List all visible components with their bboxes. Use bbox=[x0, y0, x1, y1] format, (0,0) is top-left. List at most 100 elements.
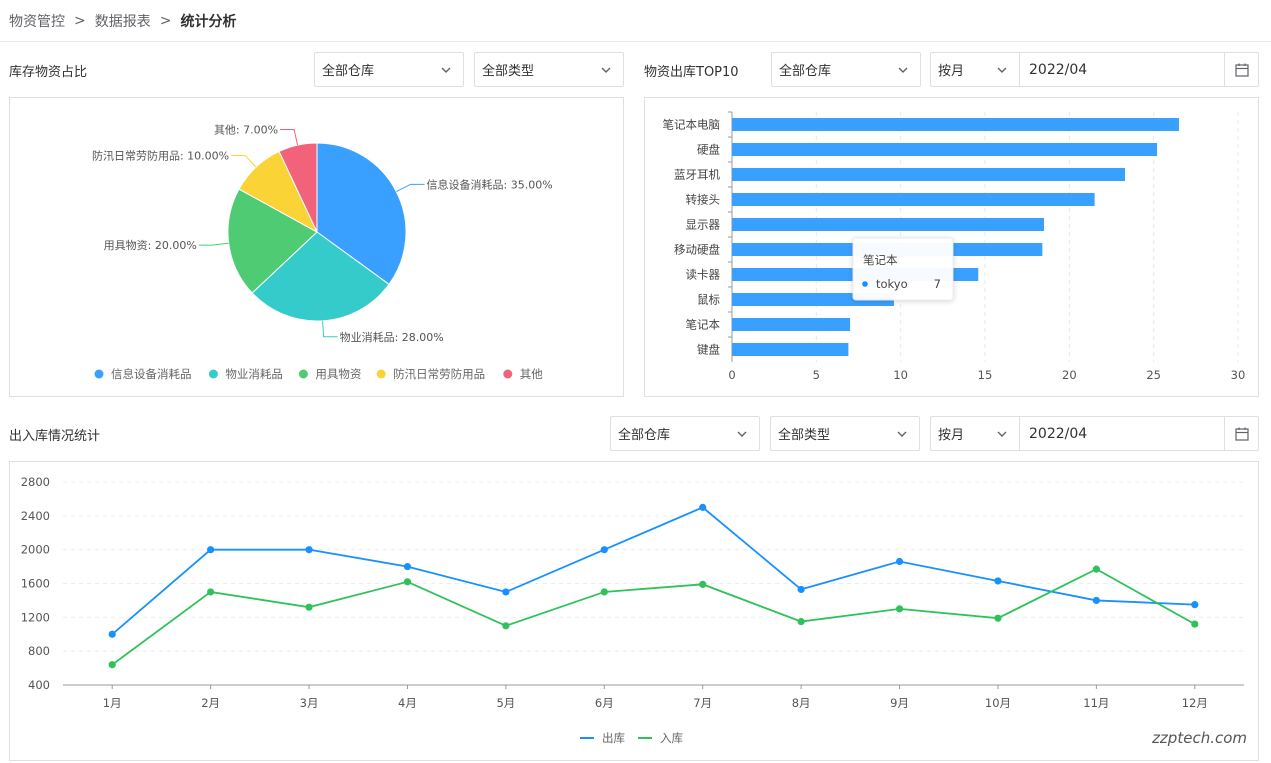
inout-stats-title: 出入库情况统计 bbox=[9, 429, 101, 444]
date-input[interactable]: 2022/04 bbox=[1020, 53, 1224, 86]
chevron-down-icon bbox=[997, 431, 1007, 437]
y-category-label: 鼠标 bbox=[697, 293, 720, 307]
x-tick-label: 2月 bbox=[201, 696, 220, 710]
data-point bbox=[1092, 596, 1100, 605]
breadcrumb-data-reports[interactable]: 数据报表 bbox=[95, 11, 151, 31]
y-tick-label: 2400 bbox=[21, 509, 50, 523]
x-tick-label: 6月 bbox=[595, 696, 614, 710]
x-tick-label: 8月 bbox=[792, 696, 811, 710]
legend-dot bbox=[503, 369, 513, 379]
period-select[interactable]: 按月 bbox=[931, 53, 1020, 86]
select-value: 全部仓库 bbox=[618, 428, 671, 443]
y-category-label: 转接头 bbox=[686, 193, 721, 207]
inout-line-panel: 2800 2400 2000 1600 1200 800 400 1月 2月 3月 4月 5月 6月 7月… bbox=[9, 461, 1259, 761]
legend-label: 物业消耗品 bbox=[225, 367, 283, 381]
x-tick-label: 10 bbox=[893, 368, 908, 382]
y-category-label: 笔记本电脑 bbox=[663, 118, 721, 132]
pie-slice-label: 用具物资: 20.00% bbox=[104, 238, 197, 252]
legend-label: 其他 bbox=[520, 367, 543, 381]
bar-tooltip: 笔记本 tokyo 7 bbox=[852, 237, 954, 301]
y-tick-label: 800 bbox=[28, 644, 50, 658]
breadcrumb-separator: > bbox=[74, 13, 86, 29]
legend-item: 物业消耗品 bbox=[208, 367, 283, 381]
x-tick-label: 15 bbox=[978, 368, 993, 382]
bar bbox=[732, 318, 851, 331]
x-tick-label: 20 bbox=[1062, 368, 1077, 382]
bar bbox=[732, 118, 1179, 131]
y-category-label: 移动硬盘 bbox=[674, 243, 720, 257]
data-point bbox=[108, 630, 116, 638]
data-point bbox=[994, 614, 1002, 622]
header-divider bbox=[0, 41, 1271, 42]
pie-slice-label: 其他: 7.00% bbox=[214, 124, 278, 137]
calendar-button[interactable] bbox=[1224, 53, 1258, 86]
data-point bbox=[1092, 565, 1100, 573]
x-tick-label: 4月 bbox=[398, 696, 417, 710]
legend-item: 信息设备消耗品 bbox=[94, 367, 192, 381]
legend-dot bbox=[208, 369, 218, 379]
bar bbox=[732, 343, 849, 356]
chevron-down-icon bbox=[897, 431, 907, 437]
breadcrumb: 物资管控 > 数据报表 > 统计分析 bbox=[9, 10, 236, 32]
pie-label-line bbox=[322, 320, 338, 338]
legend-label: 防汛日常劳防用品 bbox=[393, 367, 485, 381]
pie-label-line bbox=[231, 154, 257, 168]
y-category-label: 键盘 bbox=[697, 343, 720, 357]
calendar-icon bbox=[1234, 427, 1249, 441]
y-tick-label: 2800 bbox=[21, 475, 50, 489]
legend-item: 防汛日常劳防用品 bbox=[376, 367, 485, 381]
outbound-bar-panel: 0 5 10 15 20 25 30 笔记本电脑 硬盘 蓝牙耳机 转接头 显示器 移动硬盘 读卡器 鼠标 笔记… bbox=[644, 97, 1259, 397]
chevron-down-icon bbox=[898, 67, 908, 73]
date-input[interactable]: 2022/04 bbox=[1020, 417, 1224, 450]
outbound-top10-title: 物资出库TOP10 bbox=[644, 65, 739, 80]
calendar-icon bbox=[1234, 63, 1249, 77]
inout-date-picker: 按月 2022/04 bbox=[930, 416, 1259, 451]
pie-label-line bbox=[396, 183, 425, 193]
x-tick-label: 3月 bbox=[300, 696, 319, 710]
y-tick-label: 1200 bbox=[21, 610, 50, 624]
pie-slice-label: 物业消耗品: 28.00% bbox=[340, 330, 444, 344]
data-point bbox=[207, 546, 215, 554]
bar bbox=[732, 143, 1158, 156]
inventory-warehouse-select[interactable]: 全部仓库 bbox=[314, 52, 464, 87]
inventory-type-select[interactable]: 全部类型 bbox=[474, 52, 624, 87]
chevron-down-icon bbox=[997, 67, 1007, 73]
y-tick-label: 1600 bbox=[21, 577, 50, 591]
data-point bbox=[895, 605, 904, 613]
legend-item: 入库 bbox=[638, 731, 683, 745]
pie-label-line bbox=[280, 129, 299, 146]
x-tick-label: 11月 bbox=[1083, 696, 1109, 710]
y-category-label: 笔记本 bbox=[686, 318, 721, 332]
legend-label: 出库 bbox=[602, 731, 625, 745]
breadcrumb-separator: > bbox=[159, 13, 172, 29]
y-tick-label: 400 bbox=[28, 678, 50, 692]
data-point bbox=[403, 578, 412, 586]
top10-warehouse-select[interactable]: 全部仓库 bbox=[771, 52, 921, 87]
x-tick-label: 7月 bbox=[693, 696, 712, 710]
x-tick-label: 0 bbox=[728, 368, 735, 382]
calendar-button[interactable] bbox=[1224, 417, 1258, 450]
inout-warehouse-select[interactable]: 全部仓库 bbox=[610, 416, 760, 451]
data-point bbox=[1191, 620, 1199, 628]
watermark: zzptech.com bbox=[1152, 729, 1247, 747]
y-category-label: 硬盘 bbox=[697, 143, 720, 157]
pie-label-line bbox=[198, 242, 229, 246]
period-value: 按月 bbox=[938, 64, 965, 79]
select-value: 全部类型 bbox=[778, 428, 831, 443]
tooltip-value: 7 bbox=[934, 277, 941, 291]
pie-slice-label: 信息设备消耗品: 35.00% bbox=[427, 177, 553, 191]
data-point bbox=[994, 577, 1002, 585]
data-point bbox=[600, 588, 608, 596]
y-tick-label: 2000 bbox=[21, 543, 50, 557]
legend-dot bbox=[298, 369, 308, 379]
legend-dot bbox=[376, 369, 386, 379]
x-tick-label: 12月 bbox=[1182, 696, 1208, 710]
inout-type-select[interactable]: 全部类型 bbox=[770, 416, 920, 451]
period-select[interactable]: 按月 bbox=[931, 417, 1020, 450]
select-value: 全部仓库 bbox=[322, 64, 375, 79]
chevron-down-icon bbox=[737, 431, 747, 437]
breadcrumb-materials-control[interactable]: 物资管控 bbox=[9, 11, 65, 31]
y-category-label: 读卡器 bbox=[686, 268, 721, 282]
y-category-label: 显示器 bbox=[686, 218, 721, 232]
breadcrumb-current: 统计分析 bbox=[180, 14, 237, 30]
